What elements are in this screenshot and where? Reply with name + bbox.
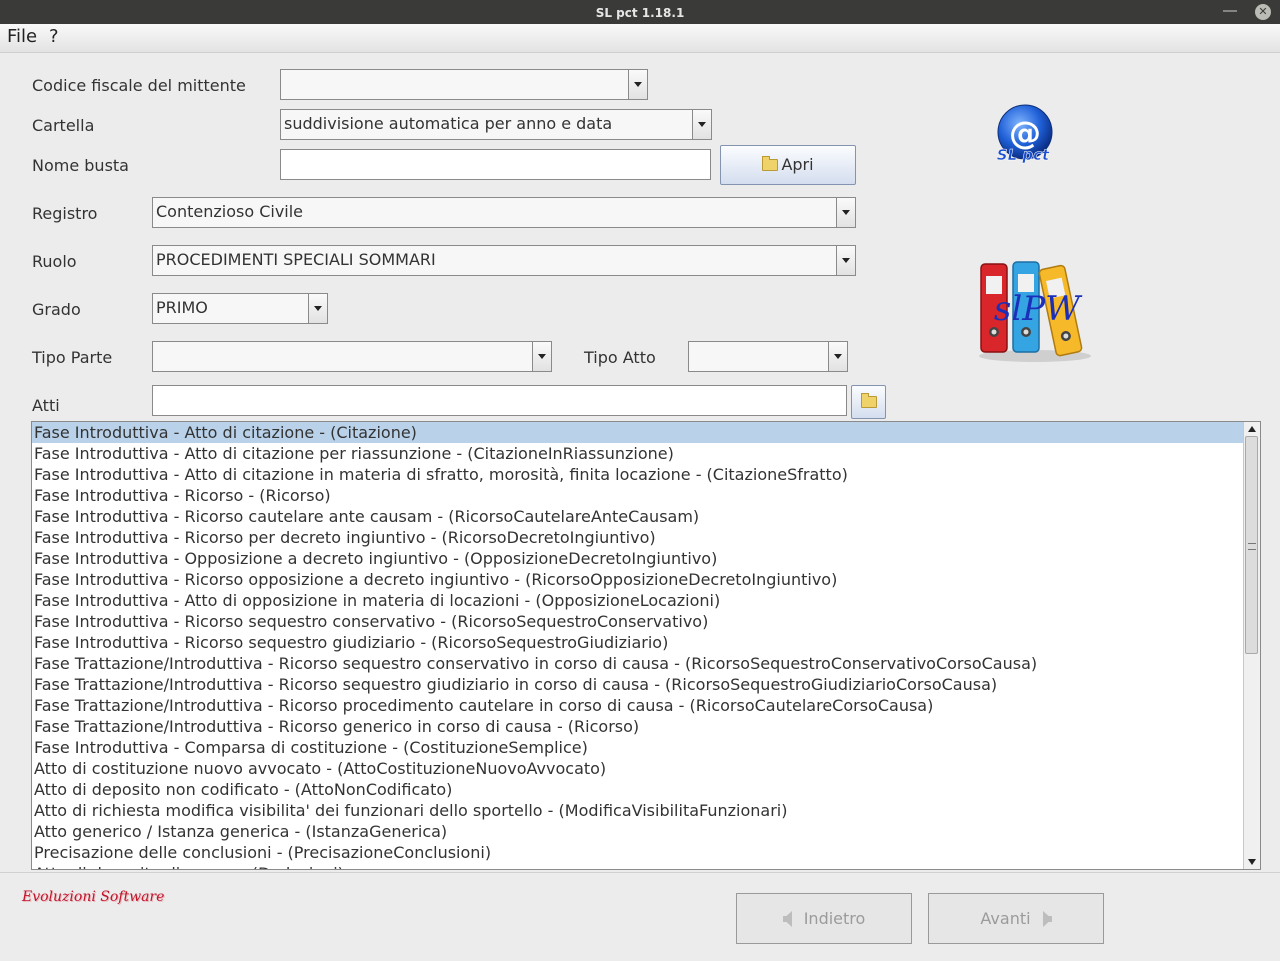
tipo-parte-combo[interactable] <box>152 341 552 372</box>
tipo-parte-label: Tipo Parte <box>32 348 113 367</box>
registro-combo[interactable]: Contenzioso Civile <box>152 197 856 228</box>
chevron-down-icon[interactable] <box>692 110 711 139</box>
title-bar: SL pct 1.18.1 ― ✕ <box>0 0 1280 24</box>
minimize-icon[interactable]: ― <box>1222 4 1238 20</box>
list-item[interactable]: Fase Trattazione/Introduttiva - Ricorso … <box>32 674 1244 695</box>
chevron-down-icon[interactable] <box>532 342 551 371</box>
chevron-down-icon[interactable] <box>836 198 855 227</box>
list-item[interactable]: Fase Introduttiva - Ricorso sequestro gi… <box>32 632 1244 653</box>
registro-label: Registro <box>32 204 98 223</box>
chevron-down-icon[interactable] <box>308 294 327 323</box>
list-item[interactable]: Fase Introduttiva - Atto di citazione pe… <box>32 443 1244 464</box>
arrow-right-icon <box>1042 911 1052 927</box>
close-icon[interactable]: ✕ <box>1255 4 1271 20</box>
ruolo-value: PROCEDIMENTI SPECIALI SOMMARI <box>156 250 436 269</box>
scroll-up-icon[interactable] <box>1244 422 1260 436</box>
slpct-logo-text: SL pct <box>997 146 1050 164</box>
next-button[interactable]: Avanti <box>928 893 1104 944</box>
list-item[interactable]: Atto di deposito non codificato - (AttoN… <box>32 779 1244 800</box>
atti-list-rows: Fase Introduttiva - Atto di citazione - … <box>32 422 1244 869</box>
list-item[interactable]: Fase Introduttiva - Comparsa di costituz… <box>32 737 1244 758</box>
menu-help[interactable]: ? <box>49 26 59 47</box>
list-item[interactable]: Fase Introduttiva - Atto di opposizione … <box>32 590 1244 611</box>
back-button[interactable]: Indietro <box>736 893 912 944</box>
grado-value: PRIMO <box>156 298 208 317</box>
list-scrollbar[interactable] <box>1243 422 1260 869</box>
codice-fiscale-combo[interactable] <box>280 69 648 100</box>
atti-browse-button[interactable] <box>851 385 886 419</box>
brand-logo: Evoluzioni Software <box>22 889 165 905</box>
list-item[interactable]: Fase Introduttiva - Opposizione a decret… <box>32 548 1244 569</box>
list-item[interactable]: Fase Introduttiva - Ricorso opposizione … <box>32 569 1244 590</box>
list-item[interactable]: Fase Introduttiva - Ricorso sequestro co… <box>32 611 1244 632</box>
cartella-label: Cartella <box>32 116 95 135</box>
registro-value: Contenzioso Civile <box>156 202 304 221</box>
apri-label: Apri <box>781 155 814 174</box>
list-item[interactable]: Fase Introduttiva - Atto di citazione in… <box>32 464 1244 485</box>
folder-icon <box>860 393 877 408</box>
atti-list[interactable]: Fase Introduttiva - Atto di citazione - … <box>31 421 1261 870</box>
scroll-down-icon[interactable] <box>1244 855 1260 869</box>
list-item[interactable]: Atto generico / Istanza generica - (Ista… <box>32 821 1244 842</box>
nome-busta-label: Nome busta <box>32 156 129 175</box>
list-item[interactable]: Fase Introduttiva - Atto di citazione - … <box>32 422 1244 443</box>
menu-file[interactable]: File <box>7 26 37 47</box>
next-label: Avanti <box>980 909 1031 928</box>
slpct-logo: @ SL pct <box>997 104 1053 164</box>
tipo-atto-label: Tipo Atto <box>584 348 656 367</box>
nome-busta-input[interactable] <box>280 149 711 180</box>
footer: Evoluzioni Software Indietro Avanti <box>0 872 1280 961</box>
list-item[interactable]: Fase Introduttiva - Ricorso per decreto … <box>32 527 1244 548</box>
tipo-atto-combo[interactable] <box>688 341 848 372</box>
list-item[interactable]: Fase Trattazione/Introduttiva - Ricorso … <box>32 653 1244 674</box>
codice-fiscale-label: Codice fiscale del mittente <box>32 76 246 95</box>
list-item[interactable]: Atto di costituzione nuovo avvocato - (A… <box>32 758 1244 779</box>
grado-combo[interactable]: PRIMO <box>152 293 328 324</box>
chevron-down-icon[interactable] <box>836 246 855 275</box>
atti-filter-input[interactable] <box>152 385 847 416</box>
cartella-combo[interactable]: suddivisione automatica per anno e data <box>280 109 712 140</box>
back-label: Indietro <box>803 909 866 928</box>
menu-bar: File ? <box>0 24 1280 53</box>
grado-label: Grado <box>32 300 81 319</box>
list-item[interactable]: Precisazione delle conclusioni - (Precis… <box>32 842 1244 863</box>
chevron-down-icon[interactable] <box>628 70 647 99</box>
scroll-thumb[interactable] <box>1245 436 1258 654</box>
list-item[interactable]: Fase Introduttiva - Ricorso cautelare an… <box>32 506 1244 527</box>
chevron-down-icon[interactable] <box>828 342 847 371</box>
atti-label: Atti <box>32 396 60 415</box>
apri-button[interactable]: Apri <box>720 145 856 185</box>
cartella-value: suddivisione automatica per anno e data <box>284 114 613 133</box>
window-title: SL pct 1.18.1 <box>595 6 685 20</box>
list-item[interactable]: Atto di deposito di una ... - (Deduzioni… <box>32 863 1244 869</box>
ruolo-combo[interactable]: PROCEDIMENTI SPECIALI SOMMARI <box>152 245 856 276</box>
slpw-logo: slPW <box>979 261 1091 362</box>
list-item[interactable]: Fase Trattazione/Introduttiva - Ricorso … <box>32 695 1244 716</box>
list-item[interactable]: Fase Trattazione/Introduttiva - Ricorso … <box>32 716 1244 737</box>
list-item[interactable]: Atto di richiesta modifica visibilita' d… <box>32 800 1244 821</box>
ruolo-label: Ruolo <box>32 252 77 271</box>
slpw-logo-text: slPW <box>994 289 1083 329</box>
list-item[interactable]: Fase Introduttiva - Ricorso - (Ricorso) <box>32 485 1244 506</box>
folder-icon <box>762 156 779 171</box>
arrow-left-icon <box>782 911 792 927</box>
